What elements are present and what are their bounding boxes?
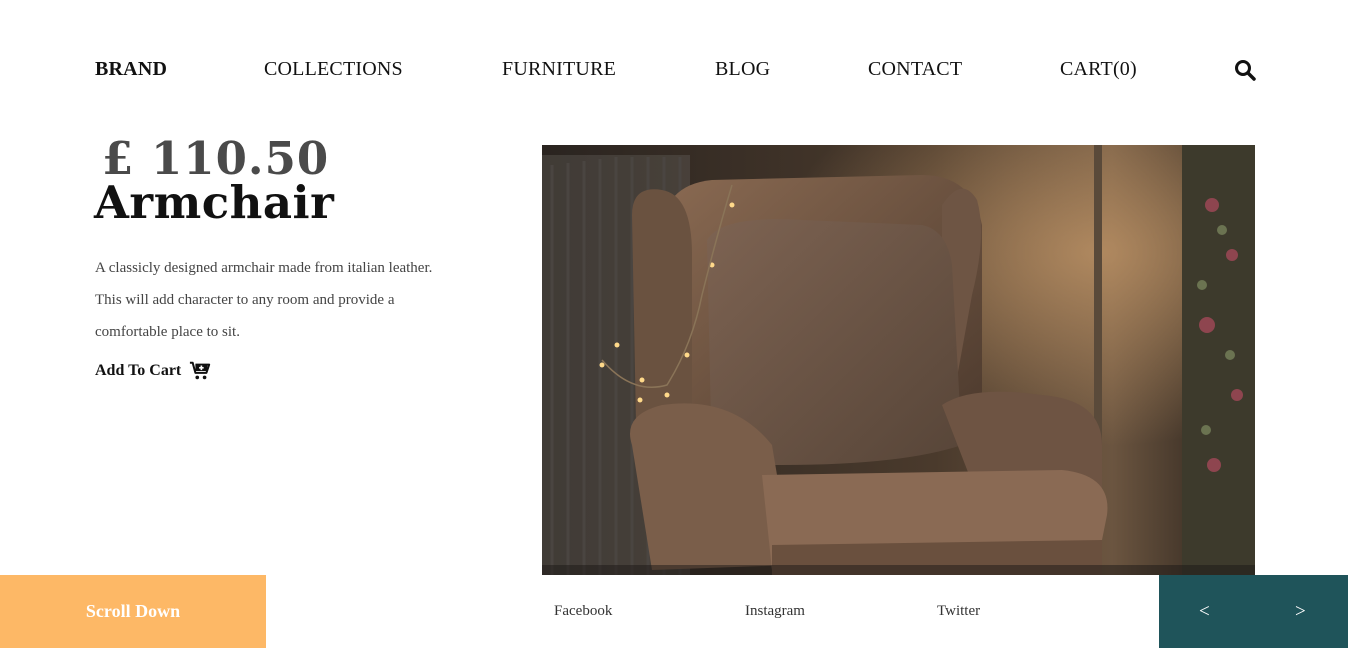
product-title: Armchair xyxy=(94,176,335,229)
scroll-down-button[interactable]: Scroll Down xyxy=(0,575,266,648)
instagram-link[interactable]: Instagram xyxy=(745,603,805,620)
twitter-link[interactable]: Twitter xyxy=(937,603,980,620)
nav-cart[interactable]: CART(0) xyxy=(1060,58,1137,81)
product-description: A classicly designed armchair made from … xyxy=(95,252,475,348)
description-line: This will add character to any room and … xyxy=(95,292,395,308)
search-icon[interactable] xyxy=(1233,58,1257,82)
product-image xyxy=(542,145,1255,575)
description-line: comfortable place to sit. xyxy=(95,324,240,340)
slider-controls: < > xyxy=(1159,575,1348,648)
main-nav: BRAND COLLECTIONS FURNITURE BLOG CONTACT… xyxy=(0,58,1348,84)
nav-blog[interactable]: BLOG xyxy=(715,58,770,81)
add-to-cart-button[interactable]: Add To Cart xyxy=(95,359,211,383)
next-button[interactable]: > xyxy=(1295,575,1306,648)
description-line: A classicly designed armchair made from … xyxy=(95,260,433,276)
nav-furniture[interactable]: FURNITURE xyxy=(502,58,616,81)
nav-contact[interactable]: CONTACT xyxy=(868,58,962,81)
facebook-link[interactable]: Facebook xyxy=(554,603,612,620)
cart-plus-icon xyxy=(190,361,211,380)
prev-button[interactable]: < xyxy=(1199,575,1210,648)
add-to-cart-label: Add To Cart xyxy=(95,362,182,379)
nav-collections[interactable]: COLLECTIONS xyxy=(264,58,403,81)
brand-logo[interactable]: BRAND xyxy=(95,58,167,81)
